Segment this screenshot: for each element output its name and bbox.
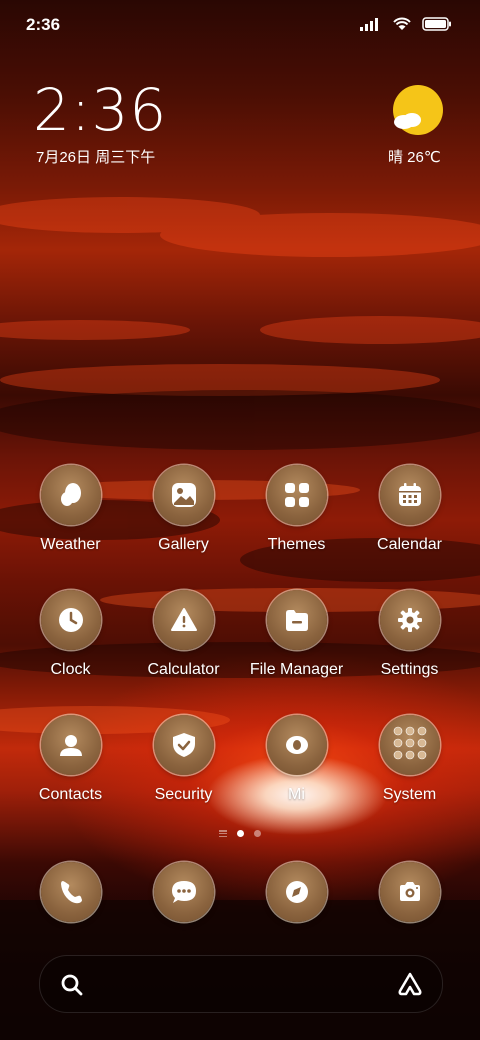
- app-icon[interactable]: [379, 590, 440, 650]
- page-indicator[interactable]: [0, 830, 480, 837]
- app-calendar[interactable]: Calendar: [353, 465, 466, 554]
- calculator-icon: [170, 608, 197, 631]
- calendar-icon: [398, 483, 421, 506]
- weather-icon: [60, 483, 81, 506]
- signal-bars-icon: [360, 17, 378, 31]
- clock-widget-date[interactable]: 7月26日 周三下午: [36, 146, 155, 167]
- app-icon[interactable]: [153, 465, 214, 525]
- dock-camera[interactable]: [353, 862, 466, 922]
- app-security[interactable]: Security: [127, 715, 240, 804]
- search-icon[interactable]: [60, 973, 84, 997]
- app-gallery[interactable]: Gallery: [127, 465, 240, 554]
- themes-icon: [284, 483, 309, 507]
- sun-cloud-icon[interactable]: [392, 84, 444, 136]
- app-icon[interactable]: [40, 465, 101, 525]
- app-icon[interactable]: [266, 590, 327, 650]
- app-icon[interactable]: [40, 862, 101, 922]
- wifi-icon: [393, 17, 411, 30]
- app-icon[interactable]: [379, 862, 440, 922]
- app-calculator[interactable]: Calculator: [127, 590, 240, 679]
- app-icon[interactable]: [266, 715, 327, 775]
- app-settings[interactable]: Settings: [353, 590, 466, 679]
- app-icon[interactable]: [40, 715, 101, 775]
- app-label: Themes: [267, 536, 326, 553]
- app-icon[interactable]: [40, 590, 101, 650]
- dock-phone[interactable]: [14, 862, 127, 922]
- compass-icon: [285, 881, 308, 903]
- app-label: Mi: [288, 786, 305, 803]
- app-icon[interactable]: [153, 590, 214, 650]
- app-label: Calendar: [377, 536, 442, 553]
- app-icon[interactable]: [153, 715, 214, 775]
- clock-icon: [58, 608, 83, 632]
- app-mi[interactable]: Mi: [240, 715, 353, 804]
- gallery-icon: [171, 483, 196, 507]
- page-list-icon: [219, 830, 227, 837]
- app-label: Security: [154, 786, 213, 803]
- app-label: File Manager: [249, 661, 344, 678]
- message-icon: [171, 881, 196, 903]
- search-bar[interactable]: [39, 955, 443, 1013]
- folder-grid-icon: [393, 726, 426, 760]
- app-weather[interactable]: Weather: [14, 465, 127, 554]
- folder-icon: [285, 610, 308, 631]
- battery-full-icon: [422, 16, 451, 31]
- mi-icon: [285, 736, 308, 754]
- dock-browser[interactable]: [240, 862, 353, 922]
- gear-icon: [397, 608, 422, 632]
- dock-messages[interactable]: [127, 862, 240, 922]
- status-icons: [360, 16, 452, 31]
- app-label: System: [382, 786, 437, 803]
- status-bar: 2:36: [0, 0, 480, 50]
- phone-icon: [60, 881, 82, 904]
- app-icon[interactable]: [379, 715, 440, 775]
- app-icon[interactable]: [266, 862, 327, 922]
- app-clock[interactable]: Clock: [14, 590, 127, 679]
- app-icon[interactable]: [266, 465, 327, 525]
- app-icon[interactable]: [379, 465, 440, 525]
- app-label: Contacts: [38, 786, 103, 803]
- contact-icon: [59, 735, 82, 756]
- app-label: Calculator: [147, 661, 220, 678]
- app-label: Settings: [380, 661, 439, 678]
- app-icon[interactable]: [153, 862, 214, 922]
- app-system-folder[interactable]: System: [353, 715, 466, 804]
- app-file-manager[interactable]: File Manager: [240, 590, 353, 679]
- assistant-icon[interactable]: [396, 971, 424, 997]
- camera-icon: [399, 882, 420, 901]
- app-label: Clock: [50, 661, 91, 678]
- weather-summary[interactable]: 晴 26℃: [388, 146, 441, 167]
- app-label: Weather: [40, 536, 101, 553]
- page-dot: [254, 830, 261, 837]
- app-label: Gallery: [158, 536, 209, 553]
- app-themes[interactable]: Themes: [240, 465, 353, 554]
- app-contacts[interactable]: Contacts: [14, 715, 127, 804]
- shield-icon: [172, 733, 195, 757]
- page-dot-active: [237, 830, 244, 837]
- clock-widget-time[interactable]: 2:36: [33, 76, 167, 144]
- status-time: 2:36: [26, 15, 61, 34]
